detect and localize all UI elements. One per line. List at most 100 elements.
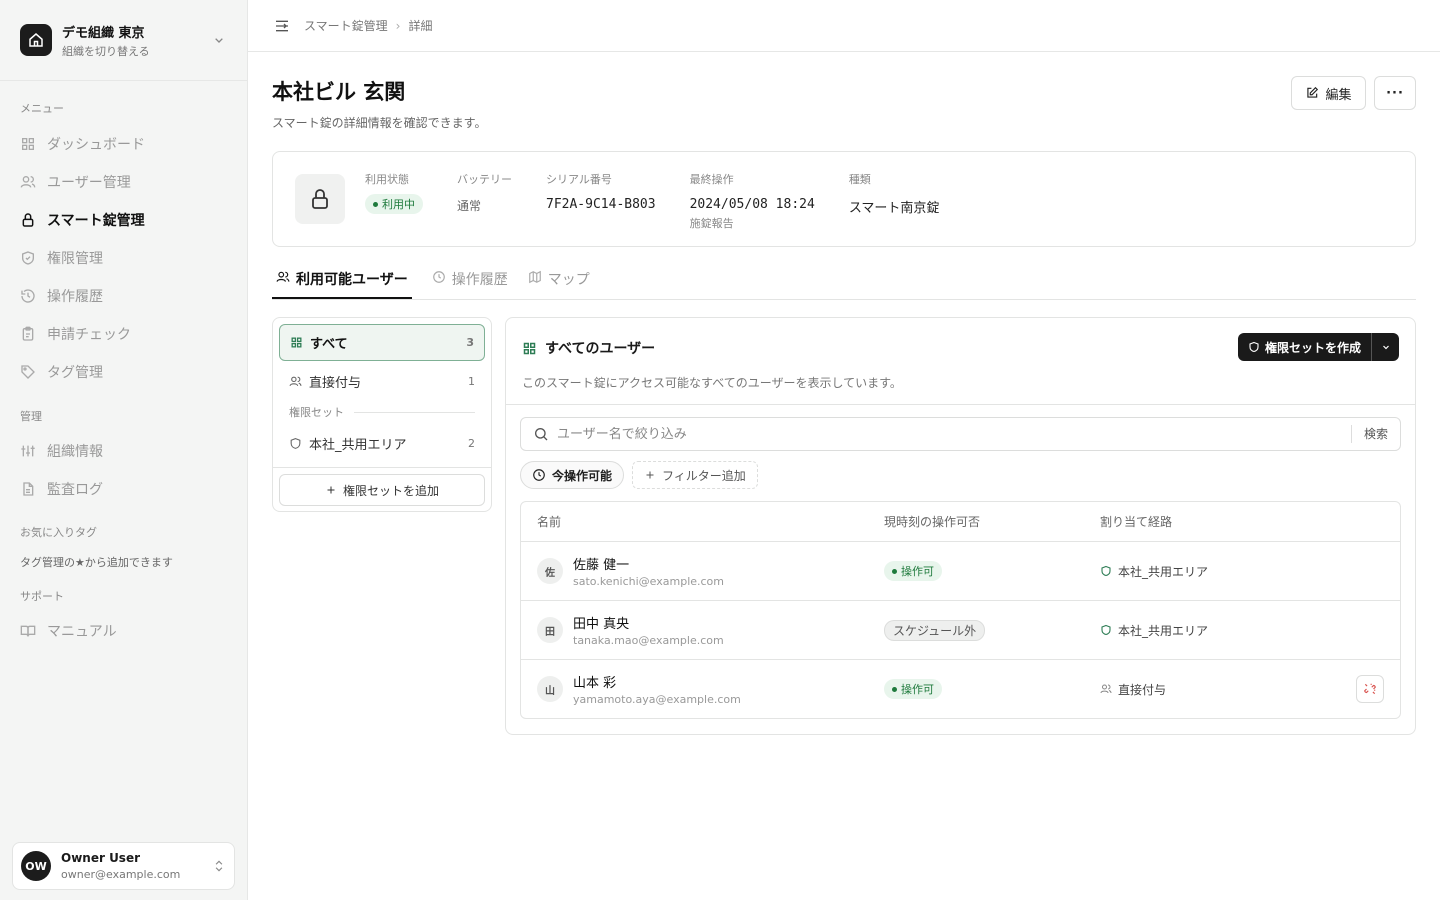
serial-field: シリアル番号 7F2A-9C14-B803	[546, 171, 656, 227]
add-label: 権限セットを追加	[342, 483, 439, 498]
filter-all[interactable]: すべて 3	[279, 324, 485, 361]
breadcrumb-smartlocks[interactable]: スマート錠管理	[304, 17, 388, 34]
status-value: 利用中	[382, 198, 415, 211]
tab-label: 操作履歴	[451, 272, 508, 288]
plus-icon	[327, 486, 335, 494]
user-name: 山本 彩	[573, 676, 617, 691]
user-table: 名前 現時刻の操作可否 割り当て経路 佐 佐藤 健一 sato.kenichi@…	[520, 501, 1401, 719]
last-operation-field: 最終操作 2024/05/08 18:24 施錠報告	[690, 171, 815, 230]
sidebar-item-users[interactable]: ユーザー管理	[0, 163, 247, 201]
create-permission-set-split-button: 権限セットを作成	[1237, 333, 1399, 361]
user-email: owner@example.com	[61, 868, 181, 881]
column-header-name: 名前	[537, 515, 562, 529]
account-menu[interactable]: OW Owner User owner@example.com	[12, 842, 235, 890]
grid-icon	[523, 342, 536, 354]
clipboard-icon	[22, 326, 34, 341]
sidebar-item-smartlocks[interactable]: スマート錠管理	[0, 201, 247, 239]
table-row[interactable]: 山 山本 彩 yamamoto.aya@example.com 操作可 直接付与	[521, 659, 1400, 718]
column-header-route: 割り当て経路	[1100, 515, 1173, 529]
status-badge: 操作可	[884, 561, 942, 581]
chip-label: 今操作可能	[552, 468, 613, 483]
table-header: 名前 現時刻の操作可否 割り当て経路	[521, 502, 1400, 541]
more-button[interactable]: ···	[1374, 76, 1416, 110]
create-label: 権限セットを作成	[1264, 340, 1361, 355]
status-badge: 操作可	[884, 679, 942, 699]
sidebar-item-manual[interactable]: マニュアル	[0, 612, 247, 650]
sidebar-item-tags[interactable]: タグ管理	[0, 353, 247, 391]
filter-chip-operable-now[interactable]: 今操作可能	[520, 461, 625, 489]
topbar: スマート錠管理 › 詳細	[248, 0, 1440, 52]
sidebar-item-label: スマート錠管理	[47, 213, 145, 229]
page-subtitle: スマート錠の詳細情報を確認できます。	[272, 116, 487, 130]
battery-field: バッテリー 通常	[457, 171, 512, 227]
lock-info-card: 利用状態 利用中 バッテリー 通常 シリアル番号 7F2A-9C14-B803 …	[272, 151, 1416, 247]
filter-count: 1	[468, 374, 475, 388]
sidebar-toggle-icon[interactable]	[274, 18, 290, 34]
sidebar-item-label: 申請チェック	[47, 327, 131, 343]
tab-bar: 利用可能ユーザー 操作履歴 マップ	[272, 267, 1416, 300]
avatar: OW	[21, 851, 51, 881]
edit-button[interactable]: 編集	[1291, 76, 1366, 110]
plus-icon	[646, 471, 654, 479]
create-permission-set-button[interactable]: 権限セットを作成	[1238, 333, 1372, 361]
tab-available-users[interactable]: 利用可能ユーザー	[272, 267, 412, 299]
add-filter-button[interactable]: フィルター追加	[632, 461, 758, 489]
permission-set-section: 権限セット	[279, 399, 485, 425]
grid-icon	[291, 337, 302, 348]
lock-icon	[295, 174, 345, 224]
tab-history[interactable]: 操作履歴	[432, 267, 508, 299]
filter-count: 2	[468, 436, 475, 450]
sidebar-item-label: タグ管理	[47, 365, 103, 381]
route-text: 本社_共用エリア	[1118, 564, 1209, 579]
status-text: 操作可	[901, 683, 934, 696]
group-filter-panel: すべて 3 直接付与 1 権限セット 本社_共用エリア 2 権限セットを追加	[272, 317, 492, 512]
filter-direct[interactable]: 直接付与 1	[279, 363, 485, 399]
admin-section-label: 管理	[20, 410, 42, 423]
sidebar-item-org-info[interactable]: 組織情報	[0, 432, 247, 470]
filter-label: すべて	[310, 337, 348, 352]
user-email: sato.kenichi@example.com	[573, 575, 725, 588]
chevron-right-icon: ›	[395, 18, 401, 33]
status-field: 利用状態 利用中	[365, 171, 423, 227]
clock-icon	[432, 271, 445, 283]
search-input[interactable]	[557, 426, 1351, 442]
divider	[273, 467, 491, 468]
column-header-status: 現時刻の操作可否	[884, 515, 981, 529]
shield-icon	[290, 437, 301, 449]
sidebar-item-audit-log[interactable]: 監査ログ	[0, 470, 247, 508]
filter-permission-set[interactable]: 本社_共用エリア 2	[279, 425, 485, 461]
panel-title: すべてのユーザー	[522, 338, 655, 358]
filter-label: 直接付与	[309, 375, 362, 391]
table-row[interactable]: 田 田中 真央 tanaka.mao@example.com スケジュール外 本…	[521, 600, 1400, 659]
shield-icon	[1249, 341, 1259, 353]
map-icon	[528, 270, 541, 284]
tab-map[interactable]: マップ	[528, 267, 590, 299]
create-options-button[interactable]	[1372, 333, 1399, 361]
serial-label: シリアル番号	[546, 173, 612, 186]
home-icon	[20, 24, 52, 56]
sidebar-item-dashboard[interactable]: ダッシュボード	[0, 125, 247, 163]
breadcrumb-current: 詳細	[408, 19, 433, 33]
sidebar-item-history[interactable]: 操作履歴	[0, 277, 247, 315]
revoke-access-button[interactable]	[1356, 675, 1384, 703]
page-title: 本社ビル 玄関	[272, 80, 406, 104]
tag-icon	[21, 365, 35, 379]
sidebar-item-label: マニュアル	[47, 624, 117, 640]
users-icon	[276, 271, 290, 282]
status-dot	[892, 686, 897, 692]
table-row[interactable]: 佐 佐藤 健一 sato.kenichi@example.com 操作可 本社_…	[521, 541, 1400, 600]
org-switcher[interactable]: デモ組織 東京 組織を切り替える	[0, 0, 247, 81]
type-value: スマート南京錠	[848, 201, 940, 216]
search-button[interactable]: 検索	[1350, 425, 1388, 443]
chevron-down-icon	[215, 38, 223, 43]
sidebar-item-requests[interactable]: 申請チェック	[0, 315, 247, 353]
sidebar-item-label: ユーザー管理	[47, 175, 131, 191]
edit-label: 編集	[1325, 87, 1352, 103]
add-permission-set-button[interactable]: 権限セットを追加	[279, 474, 485, 506]
sidebar-item-permissions[interactable]: 権限管理	[0, 239, 247, 277]
status-dot	[373, 201, 378, 207]
lock-icon	[22, 213, 34, 227]
avatar: 田	[537, 617, 563, 643]
book-open-icon	[20, 625, 36, 637]
chevron-down-icon	[1382, 345, 1389, 350]
